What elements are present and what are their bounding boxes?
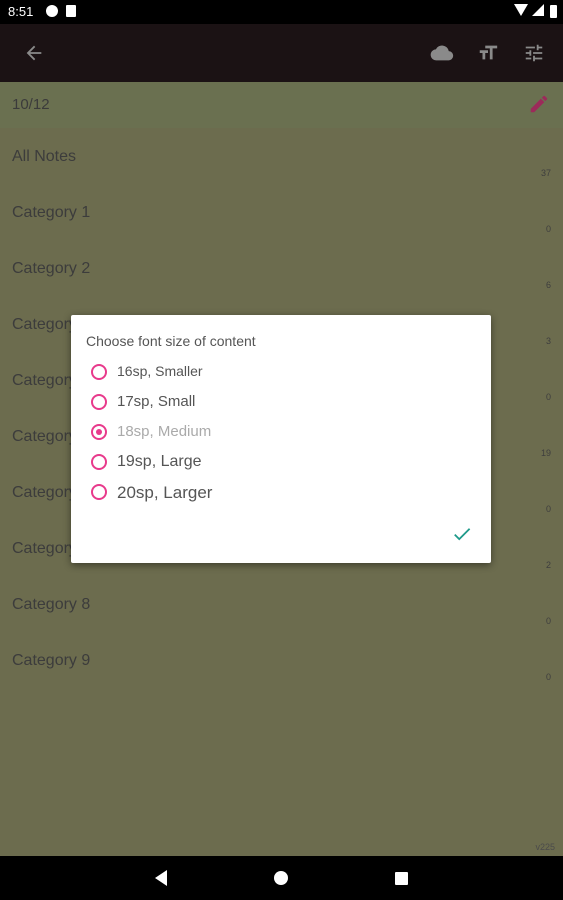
list-item-count: 0 xyxy=(545,224,551,234)
font-option-smaller[interactable]: 16sp, Smaller xyxy=(91,359,471,387)
list-item-count: 19 xyxy=(540,448,551,458)
list-item-count: 37 xyxy=(540,168,551,178)
list-item[interactable]: All Notes 37 xyxy=(0,128,563,184)
app-bar xyxy=(0,24,563,82)
list-item[interactable]: Category 8 0 xyxy=(0,576,563,632)
status-bar: 8:51 xyxy=(0,0,563,24)
font-option-large[interactable]: 19sp, Large xyxy=(91,449,471,477)
cloud-icon[interactable] xyxy=(430,42,454,64)
radio-button[interactable] xyxy=(91,394,107,410)
option-label: 20sp, Larger xyxy=(117,483,213,502)
option-label: 19sp, Large xyxy=(117,453,202,470)
list-item[interactable]: Category 2 6 xyxy=(0,240,563,296)
list-item-count: 6 xyxy=(545,280,551,290)
font-option-medium[interactable]: 18sp, Medium xyxy=(91,419,471,447)
radio-button[interactable] xyxy=(91,364,107,380)
date-label: 10/12 xyxy=(12,96,50,113)
list-item-count: 0 xyxy=(545,392,551,402)
signal-icon xyxy=(532,4,544,16)
nav-home-icon[interactable] xyxy=(274,871,288,885)
status-time: 8:51 xyxy=(8,4,34,19)
option-label: 17sp, Small xyxy=(117,393,196,410)
option-label: 18sp, Medium xyxy=(117,423,212,440)
app-notification-icon xyxy=(46,5,58,17)
list-item-label: Category 2 xyxy=(12,260,91,277)
option-label: 16sp, Smaller xyxy=(117,363,203,379)
list-item-label: Category 9 xyxy=(12,652,91,669)
list-item-count: 3 xyxy=(545,336,551,346)
nav-back-icon[interactable] xyxy=(155,870,167,886)
list-item-label: All Notes xyxy=(12,148,77,165)
list-item[interactable]: Category 1 0 xyxy=(0,184,563,240)
font-size-dialog: Choose font size of content 16sp, Smalle… xyxy=(71,315,491,563)
edit-icon[interactable] xyxy=(528,93,550,115)
list-item[interactable]: Category 9 0 xyxy=(0,632,563,688)
font-size-icon[interactable] xyxy=(476,42,500,64)
tune-icon[interactable] xyxy=(522,42,546,64)
list-item-count: 0 xyxy=(545,616,551,626)
nav-recents-icon[interactable] xyxy=(395,872,408,885)
sdcard-icon xyxy=(66,5,76,17)
list-item-label: Category 1 xyxy=(12,204,91,221)
list-item-label: Category 8 xyxy=(12,596,91,613)
wifi-icon xyxy=(514,4,528,16)
radio-button-selected[interactable] xyxy=(91,424,107,440)
radio-button[interactable] xyxy=(91,484,107,500)
back-icon[interactable] xyxy=(22,42,46,64)
battery-icon xyxy=(550,5,557,18)
confirm-check-icon[interactable] xyxy=(451,523,473,545)
font-option-larger[interactable]: 20sp, Larger xyxy=(91,479,471,507)
dialog-title: Choose font size of content xyxy=(86,333,256,349)
radio-button[interactable] xyxy=(91,454,107,470)
list-item-count: 0 xyxy=(545,672,551,682)
list-item-count: 0 xyxy=(545,504,551,514)
date-header: 10/12 xyxy=(0,82,563,128)
navigation-bar xyxy=(0,856,563,900)
list-item-count: 2 xyxy=(545,560,551,570)
version-label: v225 xyxy=(535,842,555,852)
font-option-small[interactable]: 17sp, Small xyxy=(91,389,471,417)
